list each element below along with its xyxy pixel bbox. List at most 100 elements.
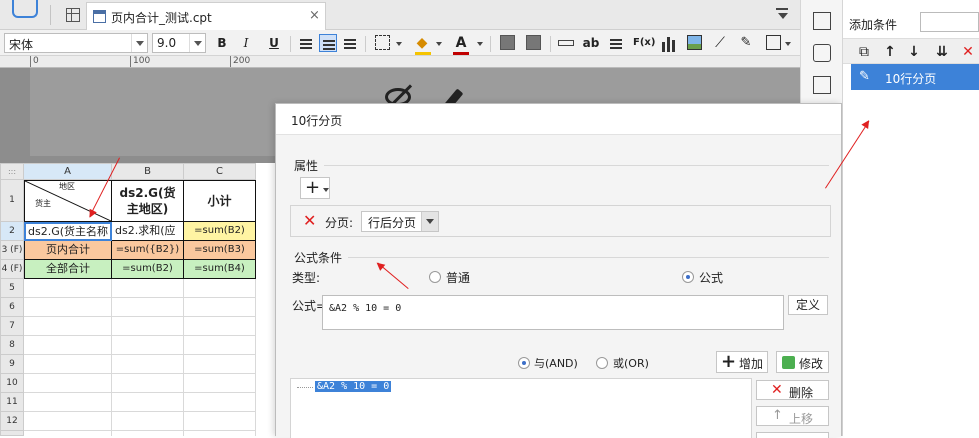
chevron-down-icon[interactable] xyxy=(436,42,442,46)
gridline xyxy=(111,279,112,436)
font-name-select[interactable]: 宋体 xyxy=(4,33,148,53)
row-header[interactable]: 2 xyxy=(0,222,24,241)
pagination-value: 行后分页 xyxy=(368,216,417,230)
wrap-text-button[interactable]: ab xyxy=(582,34,600,52)
bold-button[interactable]: B xyxy=(213,34,231,52)
column-header-a[interactable]: A xyxy=(24,163,112,180)
brush-icon[interactable]: ✎ xyxy=(737,34,755,52)
slash-line-icon[interactable]: ⟋ xyxy=(711,34,729,52)
widget-icon[interactable] xyxy=(813,76,831,94)
modify-button[interactable]: 修改 xyxy=(776,351,829,373)
row-header[interactable]: 4 (F) xyxy=(0,260,24,279)
chevron-down-icon xyxy=(323,188,329,192)
row-header[interactable]: 12 xyxy=(0,412,24,431)
fill-color-icon[interactable]: ◆ xyxy=(413,34,431,52)
row-header[interactable]: 10 xyxy=(0,374,24,393)
move-down-button[interactable] xyxy=(756,432,829,438)
cell-b3[interactable]: =sum({B2}) xyxy=(112,241,184,260)
align-left-button[interactable] xyxy=(297,34,315,52)
delete-button[interactable]: ✕ 删除 xyxy=(756,380,829,400)
define-button[interactable]: 定义 xyxy=(788,295,828,315)
align-center-button[interactable] xyxy=(319,34,337,52)
condition-item-selected[interactable]: ✎ 10行分页 xyxy=(851,64,979,90)
align-right-button[interactable] xyxy=(341,34,359,52)
merge-cells-icon[interactable] xyxy=(500,35,515,50)
plus-icon: + xyxy=(721,351,737,372)
italic-button[interactable]: I xyxy=(237,34,255,52)
chevron-down-icon[interactable] xyxy=(477,42,483,46)
row-header[interactable]: 13 xyxy=(0,431,24,436)
cell-c1[interactable]: 小计 xyxy=(183,180,256,222)
image-icon[interactable] xyxy=(687,35,702,50)
row-header[interactable]: 8 xyxy=(0,336,24,355)
border-button[interactable] xyxy=(375,35,390,50)
type-normal-label: 普通 xyxy=(446,271,471,285)
cell-attribute-icon[interactable] xyxy=(813,12,831,30)
delete-icon[interactable]: ✕ xyxy=(959,43,977,61)
font-size-select[interactable]: 9.0 xyxy=(152,33,206,53)
chevron-down-icon[interactable] xyxy=(785,42,791,46)
condition-list-item[interactable]: &A2 % 10 = 0 xyxy=(315,381,392,392)
cell-a1-slash-header[interactable]: 地区 货主 xyxy=(24,180,112,222)
logo-icon[interactable] xyxy=(12,0,38,18)
close-tab-icon[interactable]: × xyxy=(309,8,320,23)
tab-bar: 页内合计_测试.cpt × xyxy=(0,0,800,30)
divider xyxy=(324,165,829,166)
cell-c4[interactable]: =sum(B4) xyxy=(184,260,256,279)
cell-b2[interactable]: ds2.求和(应 xyxy=(112,222,184,241)
table-grid-icon[interactable] xyxy=(66,8,80,22)
row-header[interactable]: 9 xyxy=(0,355,24,374)
pagination-select[interactable]: 行后分页 xyxy=(361,211,439,232)
move-up-button[interactable]: ↑ 上移 xyxy=(756,406,829,426)
formula-button[interactable]: F(x) xyxy=(633,34,655,52)
unmerge-cells-icon[interactable] xyxy=(526,35,541,50)
logic-or-radio[interactable] xyxy=(596,357,608,369)
info-icon[interactable] xyxy=(813,44,831,62)
cell-c2[interactable]: =sum(B2) xyxy=(184,222,256,241)
type-formula-label: 公式 xyxy=(699,271,724,285)
column-header-c[interactable]: C xyxy=(184,163,256,180)
row-header[interactable]: 1 (H) xyxy=(0,180,24,245)
cell-b1[interactable]: ds2.G(货主地区) xyxy=(111,180,184,222)
move-up-icon[interactable]: ↑ xyxy=(881,43,899,61)
chevron-down-icon[interactable] xyxy=(396,42,402,46)
move-bottom-icon[interactable]: ⇊ xyxy=(933,43,951,61)
type-normal-radio[interactable] xyxy=(429,271,441,283)
remove-attribute-icon[interactable]: ✕ xyxy=(303,213,316,229)
underline-button[interactable]: U xyxy=(265,34,283,52)
grid-corner[interactable]: ::: xyxy=(0,163,24,180)
condition-list[interactable]: &A2 % 10 = 0 xyxy=(290,378,752,438)
tab-file[interactable]: 页内合计_测试.cpt × xyxy=(86,2,326,30)
logic-and-radio[interactable] xyxy=(518,357,530,369)
bar-chart-icon[interactable] xyxy=(660,34,678,52)
cell-b4[interactable]: =sum(B2) xyxy=(112,260,184,279)
row-header[interactable]: 7 xyxy=(0,317,24,336)
add-condition-button[interactable]: + 增加 xyxy=(716,351,768,373)
cell-a2-selected[interactable]: ds2.G(货主名称 xyxy=(24,222,112,241)
row-header[interactable]: 3 (F) xyxy=(0,241,24,260)
move-up-label: 上移 xyxy=(789,412,814,426)
row-header[interactable]: 6 xyxy=(0,298,24,317)
tab-title: 页内合计_测试.cpt xyxy=(111,11,212,25)
move-down-icon[interactable]: ↓ xyxy=(905,43,923,61)
cell-a3[interactable]: 页内合计 xyxy=(24,241,112,260)
empty-grid-area[interactable] xyxy=(24,279,256,436)
cell-a4[interactable]: 全部合计 xyxy=(24,260,112,279)
report-grid[interactable]: ::: A B C 1 (H) 2 3 (F) 4 (F) 5 6 7 8 9 … xyxy=(0,163,280,436)
condition-name-input[interactable] xyxy=(920,12,979,32)
row-header[interactable]: 5 xyxy=(0,279,24,298)
formula-input[interactable]: &A2 % 10 = 0 xyxy=(322,295,784,330)
tab-list-icon[interactable] xyxy=(776,8,790,20)
up-arrow-icon: ↑ xyxy=(772,408,783,423)
paragraph-icon[interactable] xyxy=(607,34,625,52)
type-formula-radio[interactable] xyxy=(682,271,694,283)
cell-c3[interactable]: =sum(B3) xyxy=(184,241,256,260)
gridline xyxy=(183,279,184,436)
row-header[interactable]: 11 xyxy=(0,393,24,412)
text-color-button[interactable]: A xyxy=(452,34,470,52)
column-header-b[interactable]: B xyxy=(112,163,184,180)
add-attribute-button[interactable]: + xyxy=(300,177,330,199)
cell-border-icon[interactable] xyxy=(766,35,781,50)
copy-icon[interactable]: ⧉ xyxy=(855,43,873,61)
insert-text-icon[interactable] xyxy=(558,40,574,46)
